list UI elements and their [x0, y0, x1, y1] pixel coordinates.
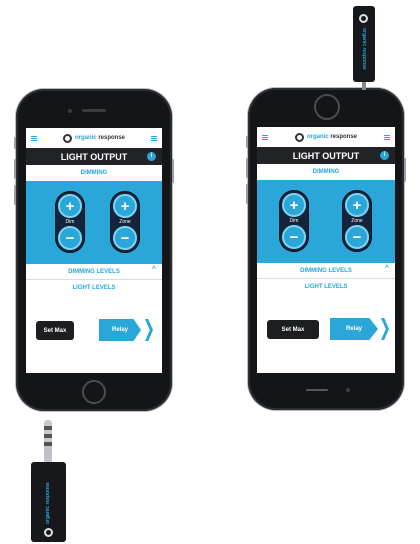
brand-logo: organic response	[62, 133, 125, 143]
dim-minus-button[interactable]: −	[58, 226, 82, 250]
menu-icon[interactable]	[262, 134, 268, 140]
volume-down-button	[14, 185, 16, 205]
page-title: LIGHT OUTPUT	[292, 150, 360, 161]
relay-label: Relay	[345, 326, 362, 332]
page-title-bar: LIGHT OUTPUT i	[257, 147, 395, 164]
front-camera	[68, 109, 72, 113]
phone-left: organic response LIGHT OUTPUT i DIMMING …	[14, 89, 174, 411]
info-icon[interactable]: i	[380, 151, 389, 160]
zone-minus-button[interactable]: −	[345, 225, 369, 249]
zone-plus-button[interactable]: +	[113, 194, 137, 218]
relay-button[interactable]: Relay	[99, 319, 141, 341]
power-button	[172, 159, 174, 183]
dongle-top-plug	[362, 82, 366, 90]
organic-response-logo-icon	[62, 133, 72, 143]
dongle-bottom: organic response	[31, 462, 66, 542]
dim-plus-button[interactable]: +	[282, 193, 306, 217]
volume-up-button	[14, 159, 16, 179]
app-header: organic response	[257, 127, 395, 147]
brand-logo: organic response	[294, 132, 357, 142]
app-screen-right: organic response LIGHT OUTPUT i DIMMING …	[257, 127, 395, 373]
mic-hole	[346, 388, 350, 392]
section-dimming-label: DIMMING	[312, 169, 340, 175]
dimming-levels-label: DIMMING LEVELS	[300, 267, 352, 274]
chevron-up-icon: ^	[384, 265, 389, 272]
options-icon[interactable]	[151, 135, 157, 141]
volume-down-button	[246, 184, 248, 204]
light-levels-label[interactable]: LIGHT LEVELS	[257, 279, 395, 295]
app-screen-left: organic response LIGHT OUTPUT i DIMMING …	[26, 128, 162, 373]
zone-label: Zone	[119, 219, 131, 225]
zone-label: Zone	[351, 218, 363, 224]
mute-switch	[246, 136, 248, 148]
menu-icon[interactable]	[31, 135, 37, 141]
page-title: LIGHT OUTPUT	[60, 151, 128, 162]
front-sensor-ring	[314, 94, 340, 120]
zone-minus-button[interactable]: −	[113, 226, 137, 250]
volume-up-button	[246, 158, 248, 178]
organic-response-logo-icon	[294, 132, 304, 142]
chevron-up-icon: ^	[151, 266, 156, 273]
dongle-logo-icon	[359, 14, 368, 23]
dongle-top: organic response	[353, 6, 375, 82]
zone-plus-button[interactable]: +	[345, 193, 369, 217]
relay-arrow-icon	[145, 319, 153, 341]
dongle-brand-text: organic response	[45, 482, 51, 524]
section-dimming-label: DIMMING	[80, 170, 108, 176]
dongle-logo-icon	[44, 528, 53, 537]
home-button[interactable]	[82, 380, 106, 404]
options-icon[interactable]	[384, 134, 390, 140]
dim-control: + Dim −	[279, 190, 309, 252]
dim-label: Dim	[65, 219, 75, 225]
zone-control: + Zone −	[342, 190, 372, 252]
dimming-controls-panel: + Dim − + Zone −	[257, 180, 395, 263]
page-title-bar: LIGHT OUTPUT i	[26, 148, 162, 165]
dimming-levels-toggle[interactable]: DIMMING LEVELS ^	[257, 263, 395, 279]
relay-label: Relay	[111, 327, 128, 333]
relay-button[interactable]: Relay	[330, 318, 378, 340]
audio-jack-plug	[44, 420, 52, 462]
set-max-button[interactable]: Set Max	[267, 320, 319, 339]
relay-arrow-icon	[381, 318, 389, 340]
phone-right: organic response LIGHT OUTPUT i DIMMING …	[246, 88, 406, 410]
power-button	[404, 158, 406, 182]
info-icon[interactable]: i	[147, 152, 156, 161]
set-max-button[interactable]: Set Max	[36, 321, 74, 340]
app-header: organic response	[26, 128, 162, 148]
mute-switch	[14, 137, 16, 149]
dim-minus-button[interactable]: −	[282, 225, 306, 249]
earpiece-speaker	[82, 109, 106, 112]
dimming-levels-toggle[interactable]: DIMMING LEVELS ^	[26, 264, 162, 280]
dongle-brand-text: organic response	[361, 28, 367, 70]
dimming-levels-label: DIMMING LEVELS	[68, 268, 120, 275]
dim-control: + Dim −	[55, 191, 85, 253]
zone-control: + Zone −	[110, 191, 140, 253]
dim-plus-button[interactable]: +	[58, 194, 82, 218]
speaker-grille	[306, 389, 328, 391]
dim-label: Dim	[289, 218, 299, 224]
light-levels-label[interactable]: LIGHT LEVELS	[26, 280, 162, 296]
dimming-controls-panel: + Dim − + Zone −	[26, 181, 162, 264]
